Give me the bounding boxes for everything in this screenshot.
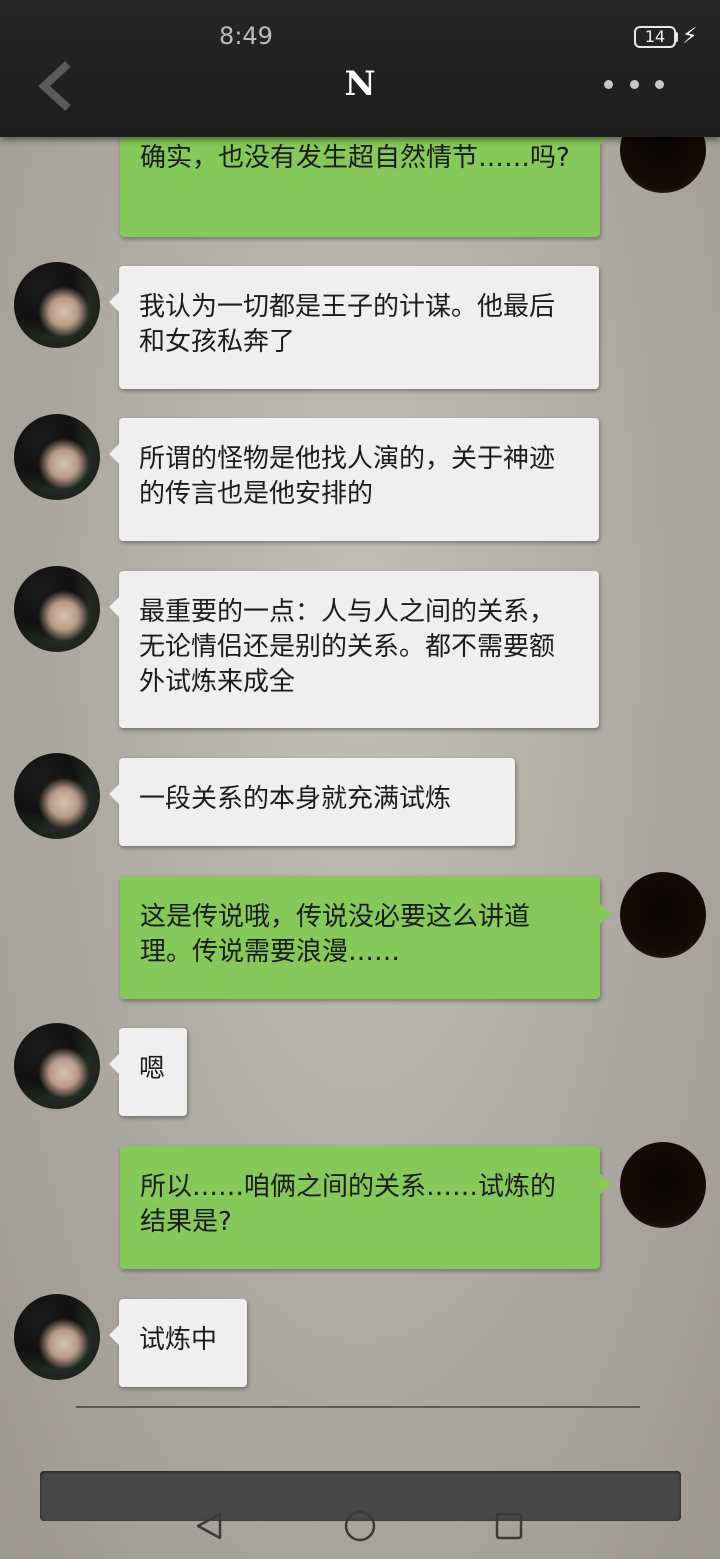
nav-back-button[interactable] bbox=[190, 1506, 230, 1546]
message-text: 一段关系的本身就充满试炼 bbox=[139, 784, 452, 814]
divider bbox=[76, 1406, 640, 1408]
nav-recent-button[interactable] bbox=[489, 1506, 529, 1546]
more-dots-icon bbox=[655, 80, 664, 89]
message-list[interactable]: 确实，也没有发生超自然情节……吗? 我认为一切都是王子的计谋。他最后和女孩私奔了… bbox=[0, 137, 720, 1407]
square-recent-icon bbox=[495, 1512, 523, 1540]
message-bubble-received[interactable]: 嗯 bbox=[109, 1028, 187, 1116]
contact-avatar[interactable] bbox=[14, 566, 100, 652]
message-text: 最重要的一点：人与人之间的关系，无论情侣还是别的关系。都不需要额外试炼来成全 bbox=[139, 597, 556, 697]
more-button[interactable] bbox=[600, 80, 670, 92]
message-text: 这是传说哦，传说没必要这么讲道理。传说需要浪漫…… bbox=[140, 902, 531, 967]
my-avatar[interactable] bbox=[620, 1142, 706, 1228]
triangle-back-icon bbox=[196, 1512, 222, 1540]
battery-tip bbox=[675, 32, 678, 42]
status-time: 8:49 bbox=[219, 22, 273, 50]
circle-home-icon bbox=[344, 1510, 376, 1542]
message-bubble-received[interactable]: 我认为一切都是王子的计谋。他最后和女孩私奔了 bbox=[109, 266, 599, 389]
message-text: 所谓的怪物是他找人演的，关于神迹的传言也是他安排的 bbox=[139, 444, 556, 509]
charging-icon: ⚡ bbox=[682, 24, 698, 49]
message-bubble-sent[interactable]: 这是传说哦，传说没必要这么讲道理。传说需要浪漫…… bbox=[120, 876, 612, 999]
message-bubble-received[interactable]: 最重要的一点：人与人之间的关系，无论情侣还是别的关系。都不需要额外试炼来成全 bbox=[109, 571, 599, 728]
message-text: 确实，也没有发生超自然情节……吗? bbox=[140, 143, 570, 173]
message-bubble-received[interactable]: 所谓的怪物是他找人演的，关于神迹的传言也是他安排的 bbox=[109, 418, 599, 541]
my-avatar[interactable] bbox=[620, 872, 706, 958]
message-text: 所以……咱俩之间的关系……试炼的结果是? bbox=[140, 1172, 557, 1237]
my-avatar[interactable] bbox=[620, 137, 706, 193]
message-text: 我认为一切都是王子的计谋。他最后和女孩私奔了 bbox=[139, 292, 556, 357]
message-text: 嗯 bbox=[139, 1054, 166, 1084]
contact-avatar[interactable] bbox=[14, 262, 100, 348]
contact-avatar[interactable] bbox=[14, 753, 100, 839]
contact-avatar[interactable] bbox=[14, 414, 100, 500]
contact-avatar[interactable] bbox=[14, 1023, 100, 1109]
nav-home-button[interactable] bbox=[340, 1506, 380, 1546]
message-text: 试炼中 bbox=[139, 1325, 218, 1355]
battery-icon: 14 bbox=[634, 26, 676, 48]
more-dots-icon bbox=[630, 80, 639, 89]
navigation-bar bbox=[0, 1500, 720, 1550]
message-bubble-sent[interactable]: 确实，也没有发生超自然情节……吗? bbox=[120, 137, 612, 237]
more-dots-icon bbox=[604, 80, 613, 89]
message-bubble-received[interactable]: 一段关系的本身就充满试炼 bbox=[109, 758, 515, 846]
message-bubble-received[interactable]: 试炼中 bbox=[109, 1299, 247, 1387]
title-bar: 8:49 14 ⚡ N bbox=[0, 0, 720, 137]
message-bubble-sent[interactable]: 所以……咱俩之间的关系……试炼的结果是? bbox=[120, 1146, 612, 1269]
contact-avatar[interactable] bbox=[14, 1294, 100, 1380]
